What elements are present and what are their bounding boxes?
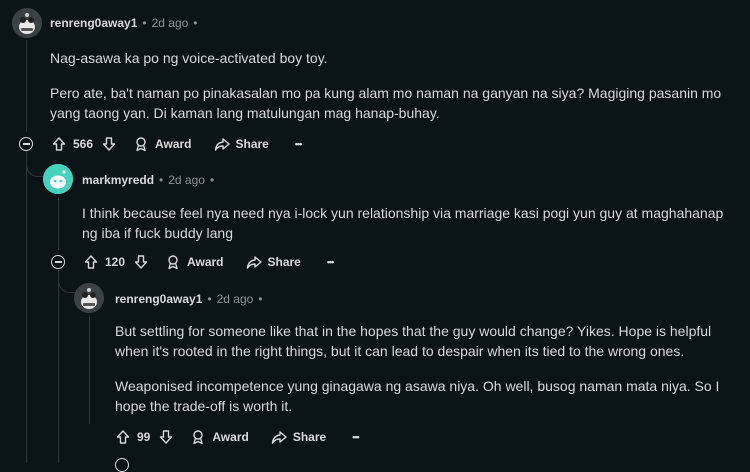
comment-meta: renreng0away1 • 2d ago •	[115, 292, 268, 306]
thread-branch	[26, 160, 43, 177]
avatar[interactable]	[43, 164, 73, 194]
collapse-thread-button[interactable]	[19, 137, 33, 151]
snoo-avatar-icon	[12, 8, 42, 38]
award-icon	[168, 255, 178, 270]
more-options-icon: •••	[352, 432, 360, 442]
award-button[interactable]: Award	[165, 254, 224, 270]
more-options-button[interactable]: •••	[294, 139, 303, 149]
collapse-thread-button[interactable]	[115, 458, 129, 472]
comment-actions: 566 Award Share •••	[51, 134, 303, 154]
thread-branch	[58, 276, 75, 293]
more-options-button[interactable]: •••	[352, 432, 360, 442]
separator-dot: •	[258, 292, 263, 306]
collapse-thread-button[interactable]	[51, 255, 65, 269]
comment-text: But settling for someone like that in th…	[115, 323, 712, 359]
share-button[interactable]: Share	[214, 136, 269, 152]
separator-dot: •	[142, 16, 147, 30]
downvote-button[interactable]	[133, 254, 149, 270]
comment-text: I think because feel nya need nya i-lock…	[82, 205, 724, 241]
vote-count: 99	[137, 430, 151, 444]
vote-count: 120	[105, 255, 126, 269]
award-button[interactable]: Award	[133, 136, 192, 152]
comment-text: Pero ate, ba't naman po pinakasalan mo p…	[50, 85, 722, 121]
award-button[interactable]: Award	[190, 429, 249, 445]
share-button[interactable]: Share	[246, 254, 301, 270]
more-options-icon: •••	[294, 139, 303, 149]
comment-meta: renreng0away1 • 2d ago •	[50, 16, 203, 30]
more-options-button[interactable]: •••	[326, 257, 335, 267]
more-options-icon: •••	[326, 257, 335, 267]
username[interactable]: renreng0away1	[50, 16, 137, 30]
award-label: Award	[212, 430, 249, 444]
separator-dot: •	[159, 173, 164, 187]
share-label: Share	[235, 137, 269, 151]
share-icon	[271, 431, 287, 444]
avatar[interactable]	[74, 283, 104, 313]
downvote-button[interactable]	[158, 429, 174, 445]
thread-line[interactable]	[58, 270, 59, 463]
comment-meta: markmyredd • 2d ago •	[82, 173, 219, 187]
downvote-button[interactable]	[101, 136, 117, 152]
thread-line[interactable]	[89, 316, 90, 424]
separator-dot: •	[193, 16, 198, 30]
downvote-icon	[160, 430, 173, 444]
username[interactable]: renreng0away1	[115, 292, 202, 306]
share-icon	[246, 256, 262, 269]
upvote-icon	[84, 255, 98, 269]
thread-line[interactable]	[58, 198, 59, 250]
downvote-icon	[134, 255, 148, 269]
upvote-button[interactable]	[115, 429, 131, 445]
username[interactable]: markmyredd	[82, 173, 154, 187]
upvote-icon	[52, 137, 66, 151]
comment-actions: 120 Award Share •••	[83, 252, 335, 272]
vote-count: 566	[73, 137, 94, 151]
separator-dot: •	[209, 173, 215, 187]
share-label: Share	[267, 255, 301, 269]
downvote-icon	[102, 137, 116, 151]
comment-actions: 99 Award Share •••	[115, 427, 360, 447]
avatar[interactable]	[12, 8, 42, 38]
thread-line[interactable]	[26, 40, 27, 132]
upvote-icon	[116, 430, 130, 444]
award-icon	[136, 137, 146, 152]
upvote-button[interactable]	[83, 254, 99, 270]
comment-text: Weaponised incompetence yung ginagawa ng…	[115, 378, 720, 414]
share-label: Share	[292, 430, 327, 444]
share-button[interactable]: Share	[271, 429, 326, 445]
award-label: Award	[187, 255, 224, 269]
share-icon	[214, 138, 230, 151]
separator-dot: •	[207, 292, 212, 306]
comment-text: Nag-asawa ka po ng voice-activated boy t…	[50, 50, 328, 66]
thread-line[interactable]	[26, 150, 27, 463]
award-icon	[193, 430, 204, 445]
snoo-avatar-icon	[74, 283, 104, 313]
timestamp[interactable]: 2d ago	[152, 16, 189, 30]
award-label: Award	[155, 137, 192, 151]
timestamp[interactable]: 2d ago	[217, 292, 254, 306]
upvote-button[interactable]	[51, 136, 67, 152]
timestamp[interactable]: 2d ago	[168, 173, 205, 187]
snoo-avatar-icon	[43, 164, 73, 194]
